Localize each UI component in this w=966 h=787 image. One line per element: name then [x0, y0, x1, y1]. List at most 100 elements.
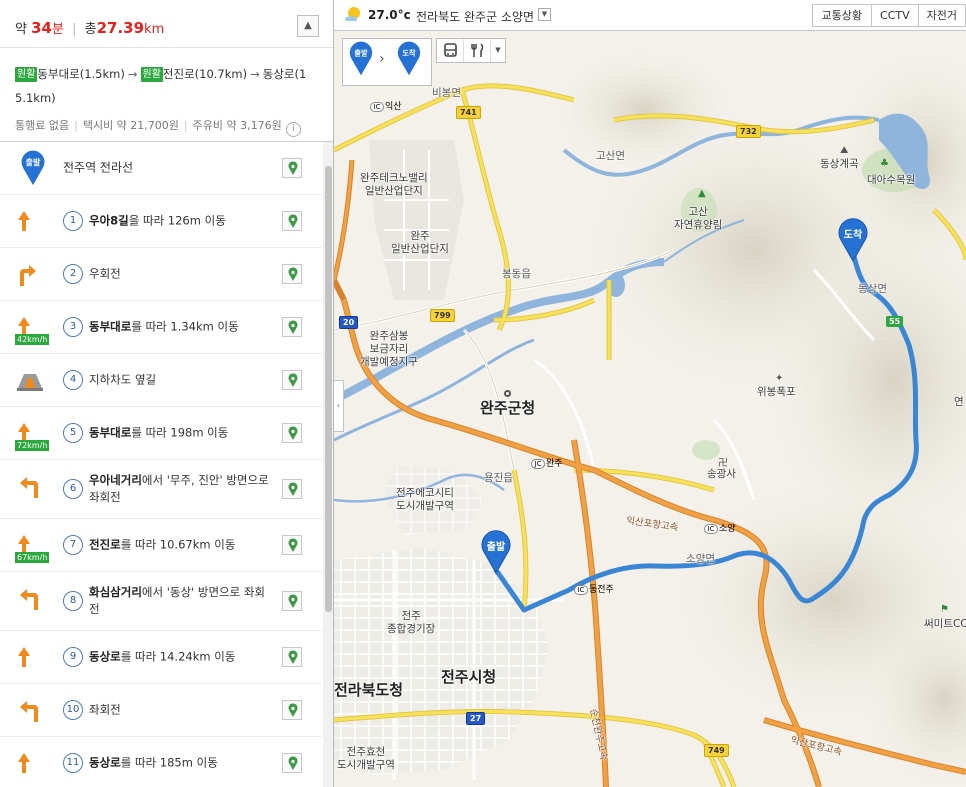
location-dropdown-button[interactable]: ▼: [538, 8, 551, 21]
show-on-map-button[interactable]: [282, 479, 302, 499]
panel-collapse-toggle[interactable]: ‹: [334, 380, 344, 432]
step-text: 를 따라 185m 이동: [120, 755, 218, 770]
map-label: 완주 일반산업단지: [391, 230, 449, 255]
route-step[interactable]: 11 동상로를 따라 185m 이동: [0, 737, 322, 787]
show-on-map-button[interactable]: [282, 700, 302, 720]
route-segment-3: 동상로(1: [262, 67, 307, 81]
route-732-shield: 732: [736, 125, 761, 138]
toll-info: 통행료 없음: [15, 119, 70, 132]
route-step[interactable]: 67km/h 7 전진로를 따라 10.67km 이동: [0, 519, 322, 572]
tab-traffic[interactable]: 교통상황: [811, 4, 873, 27]
route-segment-3-cont: 5.1km): [15, 91, 56, 105]
route-overview: 원활 동부대로(1.5km) → 원활 전진로(10.7km) → 동상로(1 5.1km): [0, 48, 333, 110]
show-on-map-button[interactable]: [282, 264, 302, 284]
collapse-summary-button[interactable]: ▲: [297, 15, 319, 37]
show-on-map-button[interactable]: [282, 423, 302, 443]
route-step[interactable]: 10 좌회전: [0, 684, 322, 737]
valley-icon: ⛰: [840, 145, 849, 156]
map-label: 고산면: [596, 150, 625, 162]
step-text: 을 따라 126m 이동: [128, 213, 226, 228]
step-instruction: 좌회전: [89, 702, 269, 719]
show-on-map-button[interactable]: [282, 647, 302, 667]
scrollbar-thumb[interactable]: [325, 166, 332, 612]
tab-cctv[interactable]: CCTV: [871, 4, 919, 27]
route-step[interactable]: 6 우아네거리에서 '무주, 진안' 방면으로 좌회전: [0, 460, 322, 519]
step-instruction: 우아네거리에서 '무주, 진안' 방면으로 좌회전: [89, 472, 269, 506]
chevron-up-icon: ▲: [304, 20, 312, 31]
steps-scrollbar[interactable]: [323, 142, 333, 787]
route-step[interactable]: 1 우아8길을 따라 126m 이동: [0, 195, 322, 248]
road-name: 동상로: [89, 649, 121, 664]
map-label: 전주효천 도시개발구역: [337, 746, 395, 771]
step-number: 2: [63, 264, 83, 284]
time-unit: 분: [51, 22, 64, 37]
map-pin-icon: [288, 650, 298, 664]
left-turn-icon: [14, 584, 50, 616]
route-step[interactable]: 4 지하차도 옆길: [0, 354, 322, 407]
arboretum-icon: ♣: [880, 158, 889, 169]
chevron-down-icon[interactable]: ▼: [491, 39, 505, 62]
map-label: 송광사: [707, 468, 736, 480]
map-label: 봉동읍: [502, 268, 531, 280]
map-label: 대아수목원: [867, 174, 916, 186]
show-on-map-button[interactable]: [282, 753, 302, 773]
tab-bicycle[interactable]: 자전거: [917, 4, 966, 27]
step-text: 전주역 전라선: [63, 160, 134, 175]
step-number: 4: [63, 370, 83, 390]
show-on-map-button[interactable]: [282, 211, 302, 231]
step-text: 를 따라 1.34km 이동: [131, 319, 239, 334]
map-label: 완주삼봉 보금자리 개발예정지구: [360, 330, 418, 368]
iksan-ic: IC 익산: [370, 102, 402, 112]
show-on-map-button[interactable]: [282, 158, 302, 178]
end-marker[interactable]: 도착: [838, 218, 868, 263]
map-view[interactable]: 741 732 799 20 27 749 55 비봉면 IC 익산 고산면 동상…: [334, 0, 966, 787]
step-number: 9: [63, 647, 83, 667]
map-pin-icon: [288, 426, 298, 440]
arrow-icon: →: [127, 67, 138, 81]
show-on-map-button[interactable]: [282, 535, 302, 555]
route-summary-header: 약 34분 | 총27.39km ▲: [0, 0, 333, 48]
chevron-left-icon: ‹: [336, 401, 341, 410]
restaurant-icon[interactable]: [464, 39, 491, 62]
step-text: 지하차도 옆길: [89, 372, 157, 387]
travel-time: 34: [31, 19, 52, 37]
route-step[interactable]: 8 화심삼거리에서 '동상' 방면으로 좌회전: [0, 572, 322, 631]
speed-limit-badge: 42km/h: [15, 334, 50, 345]
step-text: 를 따라 198m 이동: [131, 425, 229, 440]
straight-arrow-icon: [14, 643, 50, 675]
road-name: 화심삼거리: [89, 585, 142, 599]
show-on-map-button[interactable]: [282, 317, 302, 337]
map-label: 써미트CC: [924, 618, 966, 630]
route-step[interactable]: 42km/h 3 동부대로를 따라 1.34km 이동: [0, 301, 322, 354]
step-number: 3: [63, 317, 83, 337]
map-top-bar: 27.0°c 전라북도 완주군 소양면 ▼ 교통상황 CCTV 자전거: [334, 0, 966, 31]
map-label: 동상면: [858, 283, 887, 295]
bus-icon[interactable]: [437, 39, 464, 62]
cost-info: 통행료 없음 | 택시비 약 21,700원 | 주유비 약 3,176원 i: [0, 110, 333, 137]
route-step-start[interactable]: 출발 전주역 전라선: [0, 142, 322, 195]
poi-toolbar: ▼: [436, 38, 506, 63]
route-741-shield: 741: [456, 106, 481, 119]
route-step[interactable]: 72km/h 5 동부대로를 따라 198m 이동: [0, 407, 322, 460]
info-icon[interactable]: i: [285, 122, 301, 137]
route-endpoints-toggle[interactable]: 출발 › 도착: [342, 38, 432, 86]
underpass-icon: [14, 366, 50, 398]
road-name: 동부대로: [89, 319, 132, 334]
start-marker-mini: 출발: [349, 41, 373, 76]
show-on-map-button[interactable]: [282, 591, 302, 611]
route-749-shield: 749: [704, 744, 729, 757]
chevron-right-icon: ›: [379, 51, 385, 67]
route-step[interactable]: 2 우회전: [0, 248, 322, 301]
step-instruction: 동부대로를 따라 1.34km 이동: [89, 319, 269, 336]
map-pin-icon: [288, 373, 298, 387]
map-label: 전라북도청: [334, 681, 404, 699]
map-pin-icon: [288, 214, 298, 228]
step-instruction: 동상로를 따라 14.24km 이동: [89, 649, 269, 666]
route-step[interactable]: 9 동상로를 따라 14.24km 이동: [0, 631, 322, 684]
speed-limit-badge: 67km/h: [15, 552, 50, 563]
show-on-map-button[interactable]: [282, 370, 302, 390]
start-marker[interactable]: 출발: [481, 530, 511, 575]
route-panel: 약 34분 | 총27.39km ▲ 원활 동부대로(1.5km) → 원활 전진로(1…: [0, 0, 334, 787]
step-number: 5: [63, 423, 83, 443]
road-name: 전진로: [89, 537, 121, 552]
